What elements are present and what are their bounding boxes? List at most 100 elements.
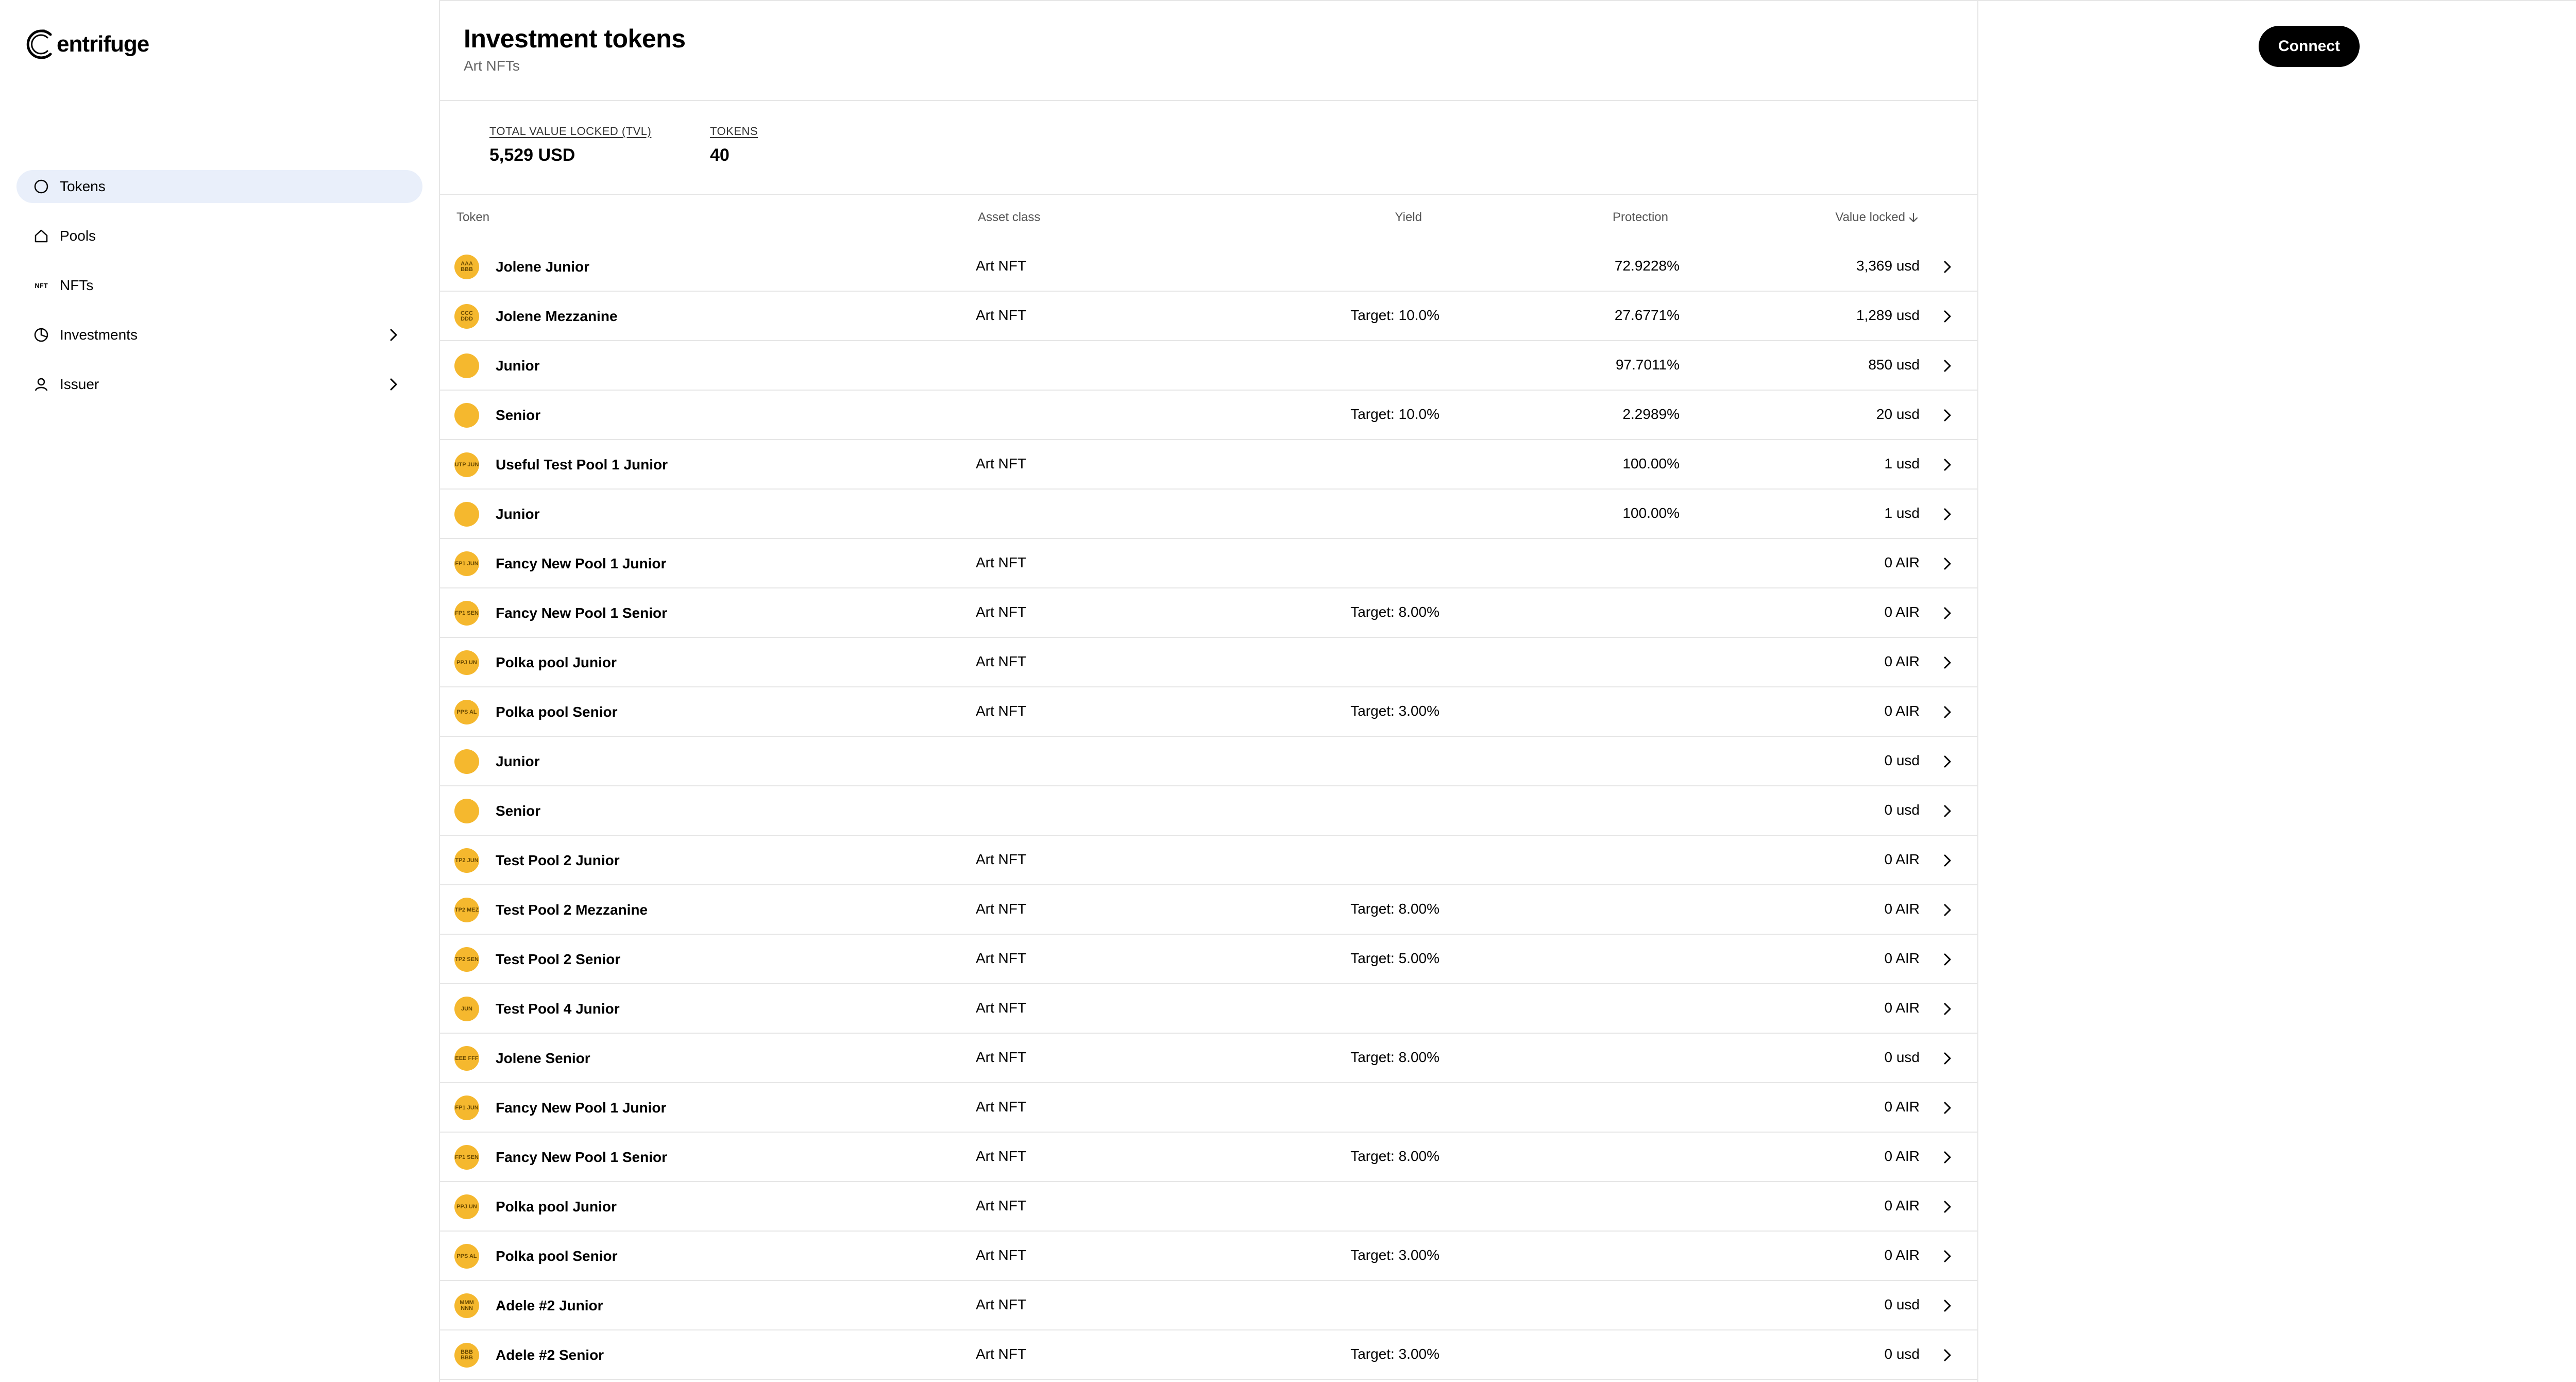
- logo-text: entrifuge: [57, 31, 149, 57]
- sort-arrow-down-icon: [1909, 212, 1918, 223]
- tokens-label[interactable]: TOKENS: [710, 125, 758, 138]
- token-name: Useful Test Pool 1 Junior: [496, 457, 668, 473]
- value-locked: 0 AIR: [1884, 1148, 1920, 1164]
- page-header: Investment tokens Art NFTs: [440, 0, 1977, 101]
- table-row[interactable]: FP1 JUN Fancy New Pool 1 Junior Art NFT 0 A…: [440, 1083, 1977, 1133]
- token-name: Junior: [496, 358, 540, 374]
- asset-class: Art NFT: [976, 1247, 1026, 1263]
- chevron-right-icon[interactable]: [1938, 1198, 1957, 1216]
- sidebar-item-nfts[interactable]: NFT NFTs: [16, 269, 422, 302]
- token-name: Adele #2 Junior: [496, 1297, 603, 1313]
- table-row[interactable]: Senior 0 usd: [440, 786, 1977, 836]
- table-row[interactable]: Senior Target: 10.0% 2.2989% 20 usd: [440, 391, 1977, 440]
- table-row[interactable]: PPS AL Polka pool Senior Art NFT Target: 3.…: [440, 687, 1977, 737]
- sidebar-item-label: Issuer: [60, 376, 99, 392]
- user-icon: [33, 376, 49, 393]
- table-row[interactable]: AAA BBB Jolene Junior Art NFT 72.9228% 3,369…: [440, 242, 1977, 292]
- column-header-yield[interactable]: Yield: [1395, 210, 1422, 225]
- chevron-right-icon[interactable]: [1938, 901, 1957, 919]
- yield-value: Target: 10.0%: [1350, 406, 1439, 422]
- column-header-token[interactable]: Token: [456, 210, 489, 225]
- table-row[interactable]: JUN Test Pool 4 Junior Art NFT 0 AIR: [440, 984, 1977, 1034]
- tokens-value: 40: [710, 145, 730, 165]
- chevron-right-icon[interactable]: [1938, 456, 1957, 474]
- table-row[interactable]: PPJ UN Polka pool Junior Art NFT 0 AIR: [440, 1182, 1977, 1232]
- table-row[interactable]: EEE FFF Jolene Senior Art NFT Target: 8.00%…: [440, 1034, 1977, 1083]
- table-row[interactable]: BBB BBB Adele #2 Senior Art NFT Target: 3.0…: [440, 1330, 1977, 1380]
- token-cell: Junior: [454, 749, 540, 774]
- yield-value: Target: 5.00%: [1350, 950, 1439, 966]
- table-row[interactable]: TP2 SEN Test Pool 2 Senior Art NFT Target: …: [440, 935, 1977, 984]
- sidebar-item-pools[interactable]: Pools: [16, 220, 422, 252]
- chevron-right-icon[interactable]: [1938, 258, 1957, 276]
- chevron-right-icon[interactable]: [1938, 752, 1957, 771]
- table-row[interactable]: TP2 MEZ Test Pool 2 Mezzanine Art NFT Targe…: [440, 885, 1977, 935]
- value-locked: 0 AIR: [1884, 703, 1920, 719]
- table-row[interactable]: UTP JUN Useful Test Pool 1 Junior Art NFT 1…: [440, 440, 1977, 490]
- token-cell: CCC DDD Jolene Mezzanine: [454, 304, 618, 329]
- chevron-right-icon[interactable]: [1938, 357, 1957, 375]
- token-avatar-icon: PPJ UN: [454, 1194, 479, 1219]
- tvl-label[interactable]: TOTAL VALUE LOCKED (TVL): [489, 125, 651, 138]
- table-row[interactable]: CCC DDD Jolene Mezzanine Art NFT Target: 10…: [440, 292, 1977, 341]
- token-name: Test Pool 2 Junior: [496, 852, 620, 868]
- table-row[interactable]: Junior 100.00% 1 usd: [440, 490, 1977, 539]
- sidebar-item-issuer[interactable]: Issuer: [16, 368, 422, 401]
- column-header-asset-class[interactable]: Asset class: [978, 210, 1040, 225]
- chevron-right-icon[interactable]: [1938, 505, 1957, 524]
- chevron-right-icon[interactable]: [1938, 950, 1957, 969]
- chevron-right-icon[interactable]: [1938, 1148, 1957, 1167]
- table-row[interactable]: PPJ UN Polka pool Junior Art NFT 0 AIR: [440, 638, 1977, 687]
- chevron-right-icon[interactable]: [1938, 703, 1957, 721]
- chevron-right-icon[interactable]: [1938, 851, 1957, 870]
- token-avatar-icon: CCC DDD: [454, 304, 479, 329]
- chevron-right-icon[interactable]: [1938, 653, 1957, 672]
- token-cell: AAA BBB Jolene Junior: [454, 255, 589, 279]
- tokens-stat: TOKENS 40: [710, 125, 758, 165]
- chevron-right-icon[interactable]: [1938, 307, 1957, 326]
- value-locked: 0 usd: [1884, 802, 1920, 818]
- table-row[interactable]: Junior 0 usd: [440, 737, 1977, 786]
- table-row[interactable]: FP1 SEN Fancy New Pool 1 Senior Art NFT Tar…: [440, 1133, 1977, 1182]
- chevron-right-icon[interactable]: [1938, 1099, 1957, 1117]
- column-header-protection[interactable]: Protection: [1613, 210, 1668, 225]
- centrifuge-logo[interactable]: entrifuge: [24, 24, 149, 65]
- sidebar-item-tokens[interactable]: Tokens: [16, 170, 422, 203]
- table-row[interactable]: MMM NNN Adele #2 Junior Art NFT 0 usd: [440, 1281, 1977, 1330]
- chevron-right-icon[interactable]: [1938, 1247, 1957, 1266]
- chevron-right-icon: [385, 327, 402, 343]
- column-header-value-locked[interactable]: Value locked: [1835, 210, 1920, 225]
- token-avatar-icon: BBB BBB: [454, 1343, 479, 1368]
- chevron-right-icon[interactable]: [1938, 802, 1957, 820]
- table-row[interactable]: TP2 JUN Test Pool 2 Junior Art NFT 0 AIR: [440, 836, 1977, 885]
- page-subtitle: Art NFTs: [464, 58, 520, 74]
- chevron-right-icon[interactable]: [1938, 554, 1957, 573]
- chevron-right-icon[interactable]: [1938, 1296, 1957, 1315]
- chevron-right-icon: [385, 376, 402, 393]
- value-locked: 0 usd: [1884, 752, 1920, 768]
- token-avatar-icon: PPS AL: [454, 1244, 479, 1269]
- asset-class: Art NFT: [976, 1346, 1026, 1362]
- sidebar-item-investments[interactable]: Investments: [16, 318, 422, 351]
- home-icon: [33, 228, 49, 244]
- yield-value: Target: 8.00%: [1350, 604, 1439, 620]
- value-locked: 0 usd: [1884, 1296, 1920, 1312]
- connect-button[interactable]: Connect: [2259, 26, 2360, 67]
- table-row[interactable]: Junior 97.7011% 850 usd: [440, 341, 1977, 391]
- chevron-right-icon[interactable]: [1938, 1049, 1957, 1068]
- chevron-right-icon[interactable]: [1938, 604, 1957, 622]
- token-avatar-icon: [454, 799, 479, 823]
- chevron-right-icon[interactable]: [1938, 1346, 1957, 1364]
- table-row[interactable]: FP1 SEN Fancy New Pool 1 Senior Art NFT Tar…: [440, 588, 1977, 638]
- table-row[interactable]: FP1 JUN Fancy New Pool 1 Junior Art NFT 0 A…: [440, 539, 1977, 588]
- token-cell: PPJ UN Polka pool Junior: [454, 1194, 617, 1219]
- token-avatar-icon: AAA BBB: [454, 255, 479, 279]
- table-row[interactable]: PPS AL Polka pool Senior Art NFT Target: 3.…: [440, 1232, 1977, 1281]
- value-locked: 0 AIR: [1884, 604, 1920, 620]
- nft-icon: NFT: [35, 281, 48, 290]
- chevron-right-icon[interactable]: [1938, 406, 1957, 425]
- token-avatar-icon: PPJ UN: [454, 650, 479, 675]
- asset-class: Art NFT: [976, 1099, 1026, 1115]
- token-name: Adele #2 Senior: [496, 1347, 604, 1363]
- chevron-right-icon[interactable]: [1938, 1000, 1957, 1018]
